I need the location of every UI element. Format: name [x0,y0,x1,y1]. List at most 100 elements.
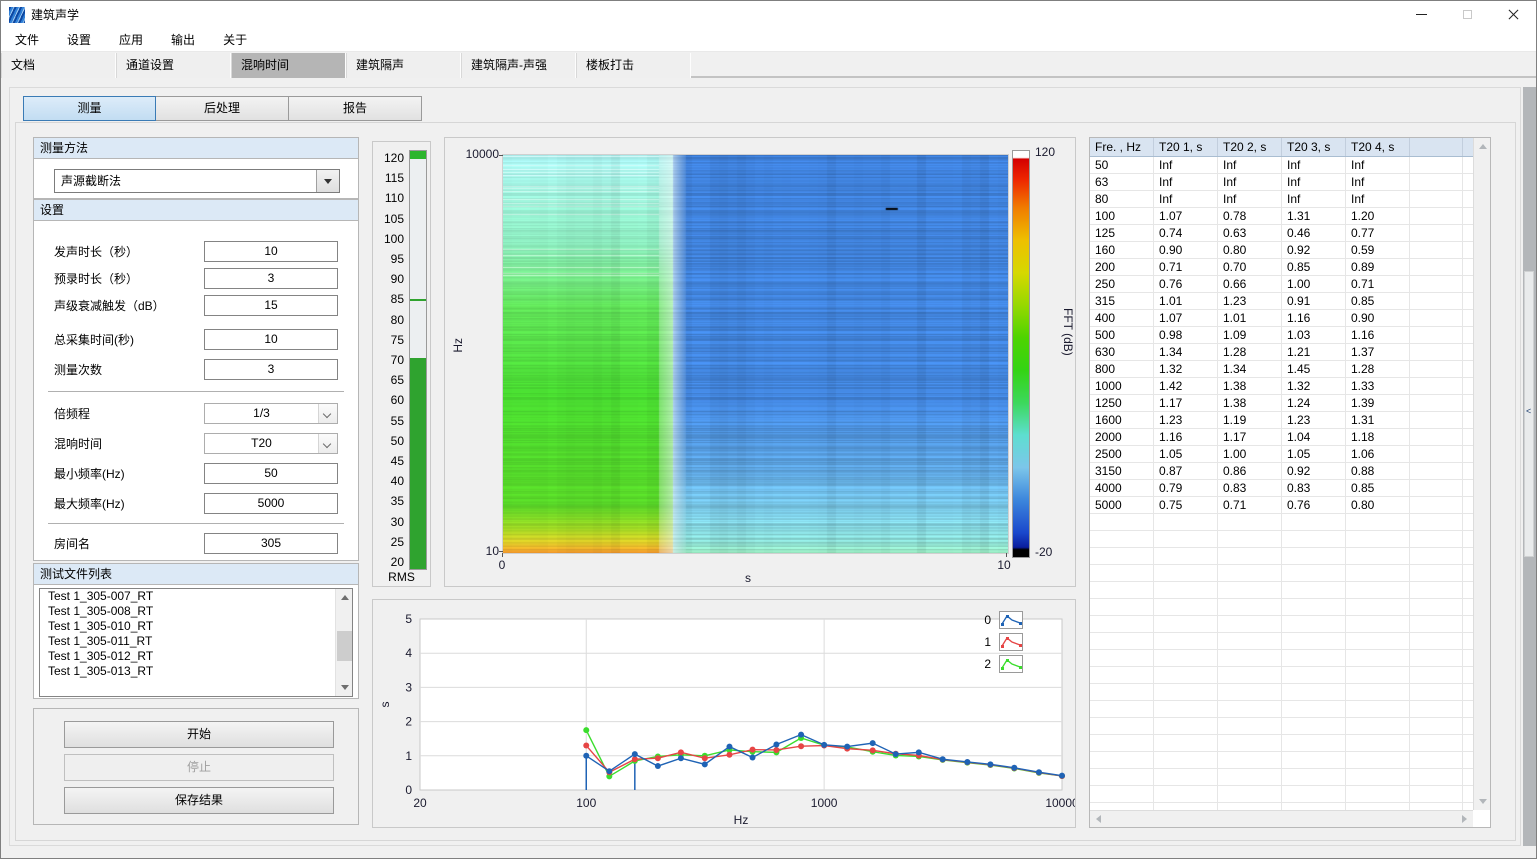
table-row-7[interactable]: 2500.760.661.000.71 [1090,276,1473,293]
table-row-20[interactable]: 50000.750.710.760.80 [1090,497,1473,514]
scroll-down-button[interactable] [1474,793,1491,810]
table-row-12[interactable]: 8001.321.341.451.28 [1090,361,1473,378]
cell-14-4: 1.39 [1346,395,1410,412]
start-button[interactable]: 开始 [64,721,334,748]
table-row-10[interactable]: 5000.981.091.031.16 [1090,327,1473,344]
menu-item-4[interactable]: 关于 [209,28,261,51]
list-scroll-up[interactable] [336,589,353,606]
measurement-method-combobox[interactable]: 声源截断法 [54,169,340,193]
subtab-0[interactable]: 测量 [23,96,156,121]
field-select-6[interactable]: T20 [204,433,338,454]
empty-cell [1410,718,1463,735]
meter-tick-20: 20 [373,555,404,569]
empty-cell [1218,650,1282,667]
data-point [1059,773,1065,779]
empty-cell [1090,565,1154,582]
empty-cell [1218,667,1282,684]
list-scrollbar[interactable] [335,589,352,696]
column-header-2[interactable]: T20 2, s [1218,138,1282,156]
empty-cell [1346,548,1410,565]
field-input-7[interactable]: 50 [204,463,338,484]
legend-item-0[interactable]: 0 [951,611,1023,629]
file-list-item-5[interactable]: Test 1_305-013_RT [40,664,352,679]
field-input-1[interactable]: 3 [204,268,338,289]
subtab-2[interactable]: 报告 [289,96,422,121]
table-row-19[interactable]: 40000.790.830.830.85 [1090,480,1473,497]
field-select-5[interactable]: 1/3 [204,403,338,424]
table-row-8[interactable]: 3151.011.230.910.85 [1090,293,1473,310]
field-input-3[interactable]: 10 [204,329,338,350]
method-section: 测量方法 声源截断法 [33,137,359,199]
table-row-1[interactable]: 63InfInfInfInf [1090,174,1473,191]
table-row-15[interactable]: 16001.231.191.231.31 [1090,412,1473,429]
cell-5-4: 0.59 [1346,242,1410,259]
menu-item-3[interactable]: 输出 [157,28,209,51]
field-input-2[interactable]: 15 [204,295,338,316]
legend-series-icon [999,633,1023,651]
table-row-17[interactable]: 25001.051.001.051.06 [1090,446,1473,463]
save-results-button[interactable]: 保存结果 [64,787,334,814]
legend-item-2[interactable]: 2 [951,655,1023,673]
table-row-0[interactable]: 50InfInfInfInf [1090,157,1473,174]
tab-0[interactable]: 文档 [1,53,116,78]
scroll-up-button[interactable] [1474,138,1491,155]
table-row-2[interactable]: 80InfInfInfInf [1090,191,1473,208]
table-row-3[interactable]: 1001.070.781.311.20 [1090,208,1473,225]
select-dropdown-button[interactable] [318,404,337,423]
file-list-item-0[interactable]: Test 1_305-007_RT [40,589,352,604]
field-input-4[interactable]: 3 [204,359,338,380]
table-row-16[interactable]: 20001.161.171.041.18 [1090,429,1473,446]
settings-section-header: 设置 [34,200,358,221]
maximize-button[interactable] [1444,1,1490,28]
menu-item-0[interactable]: 文件 [1,28,53,51]
y-tick-label: 2 [405,715,412,729]
side-panel-collapse-handle[interactable]: < [1524,271,1534,557]
legend-item-1[interactable]: 1 [951,633,1023,651]
close-button[interactable] [1490,1,1536,28]
table-row-14[interactable]: 12501.171.381.241.39 [1090,395,1473,412]
subtab-1[interactable]: 后处理 [156,96,289,121]
menu-item-1[interactable]: 设置 [53,28,105,51]
test-file-list[interactable]: Test 1_305-007_RTTest 1_305-008_RTTest 1… [39,588,353,697]
table-row-4[interactable]: 1250.740.630.460.77 [1090,225,1473,242]
data-point [798,743,804,749]
tab-2[interactable]: 混响时间 [231,53,346,78]
table-vertical-scrollbar[interactable] [1473,138,1490,810]
field-input-8[interactable]: 5000 [204,493,338,514]
select-dropdown-button[interactable] [318,434,337,453]
field-input-9[interactable]: 305 [204,533,338,554]
tab-5[interactable]: 楼板打击 [576,53,691,78]
empty-cell [1346,667,1410,684]
file-list-item-1[interactable]: Test 1_305-008_RT [40,604,352,619]
spectrogram-plot[interactable] [502,154,1009,554]
column-header-1[interactable]: T20 1, s [1154,138,1218,156]
table-row-6[interactable]: 2000.710.700.850.89 [1090,259,1473,276]
results-table-body[interactable]: 50InfInfInfInf63InfInfInfInf80InfInfInfI… [1090,157,1473,810]
list-scroll-down[interactable] [336,679,353,696]
empty-row [1090,650,1473,667]
table-horizontal-scrollbar[interactable] [1090,810,1473,827]
file-list-item-2[interactable]: Test 1_305-010_RT [40,619,352,634]
column-header-4[interactable]: T20 4, s [1346,138,1410,156]
tab-3[interactable]: 建筑隔声 [346,53,461,78]
cell-0-4: Inf [1346,157,1410,174]
column-header-0[interactable]: Fre. , Hz [1090,138,1154,156]
combobox-dropdown-button[interactable] [316,170,339,192]
tab-4[interactable]: 建筑隔声-声强 [461,53,576,78]
minimize-button[interactable] [1398,1,1444,28]
tab-1[interactable]: 通道设置 [116,53,231,78]
column-header-3[interactable]: T20 3, s [1282,138,1346,156]
list-scroll-thumb[interactable] [337,631,352,661]
empty-cell [1282,582,1346,599]
menu-item-2[interactable]: 应用 [105,28,157,51]
empty-cell [1090,735,1154,752]
field-input-0[interactable]: 10 [204,241,338,262]
table-row-5[interactable]: 1600.900.800.920.59 [1090,242,1473,259]
empty-cell [1410,684,1463,701]
file-list-item-3[interactable]: Test 1_305-011_RT [40,634,352,649]
table-row-11[interactable]: 6301.341.281.211.37 [1090,344,1473,361]
table-row-9[interactable]: 4001.071.011.160.90 [1090,310,1473,327]
file-list-item-4[interactable]: Test 1_305-012_RT [40,649,352,664]
table-row-13[interactable]: 10001.421.381.321.33 [1090,378,1473,395]
table-row-18[interactable]: 31500.870.860.920.88 [1090,463,1473,480]
